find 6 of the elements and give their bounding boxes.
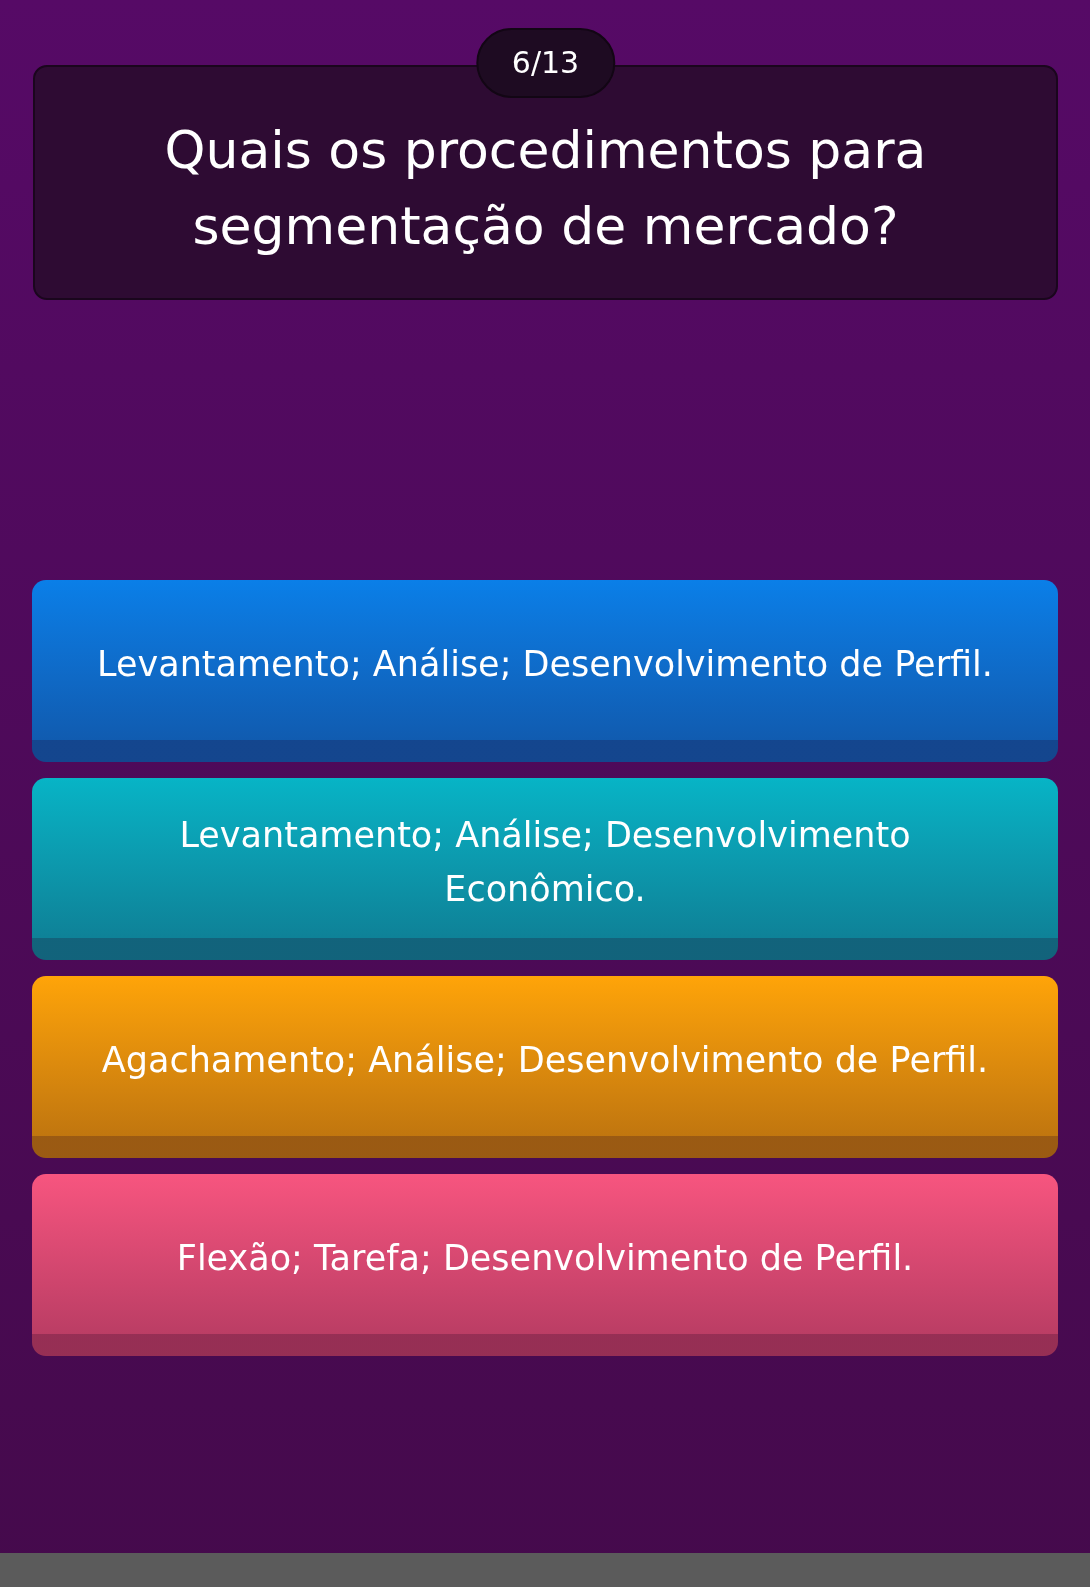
answer-button[interactable]: Levantamento; Análise; Desenvolvimento Econômico.: [32, 778, 1058, 960]
answer-button[interactable]: Flexão; Tarefa; Desenvolvimento de Perfil.: [32, 1174, 1058, 1356]
answer-button[interactable]: Agachamento; Análise; Desenvolvimento de Perfil.: [32, 976, 1058, 1158]
question-counter: 6/13: [475, 28, 616, 98]
answer-button[interactable]: Levantamento; Análise; Desenvolvimento de Perfil.: [32, 580, 1058, 762]
question-text: Quais os procedimentos para segmentação de mercado?: [163, 118, 928, 258]
